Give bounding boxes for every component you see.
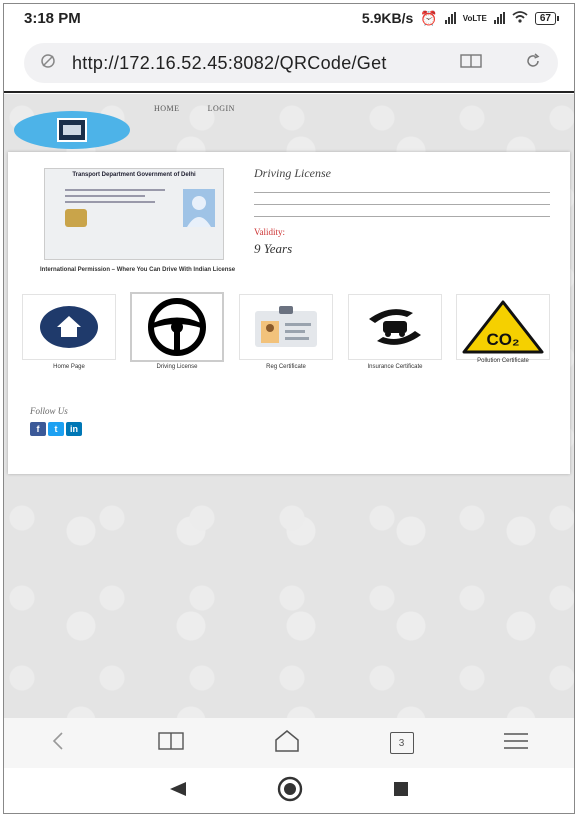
car-insurance-icon xyxy=(369,309,421,345)
follow-us-label: Follow Us xyxy=(30,406,68,416)
home-icon xyxy=(40,306,98,348)
reader-mode-icon[interactable] xyxy=(460,53,482,74)
site-logo[interactable] xyxy=(14,111,130,149)
license-caption: International Permission – Where You Can… xyxy=(40,267,236,273)
qr-device-icon xyxy=(57,118,87,142)
linkedin-icon[interactable]: in xyxy=(66,422,82,436)
steering-wheel-icon xyxy=(148,298,206,356)
system-back-icon[interactable] xyxy=(169,781,187,802)
reg-certificate-tile[interactable] xyxy=(239,294,333,360)
home-page-label: Home Page xyxy=(53,364,85,370)
twitter-icon[interactable]: t xyxy=(48,422,64,436)
system-home-icon[interactable] xyxy=(276,775,304,808)
license-header: Transport Department Government of Delhi xyxy=(72,172,196,178)
tabs-button[interactable]: 3 xyxy=(389,732,414,754)
insurance-certificate-label: Insurance Certificate xyxy=(367,364,423,370)
license-card-image: Transport Department Government of Delhi xyxy=(44,168,224,260)
driving-license-label: Driving License xyxy=(156,364,198,370)
web-page: HOME LOGIN Transport Department Governme… xyxy=(4,94,574,718)
validity-label: Validity: xyxy=(254,227,285,237)
pollution-certificate-label: Pollution Certificate xyxy=(477,358,529,364)
tabs-count: 3 xyxy=(398,737,405,749)
status-icons: 5.9KB/s ⏰ VoLTE 67 xyxy=(361,9,560,27)
driving-license-tile[interactable] xyxy=(130,292,224,362)
address-bar[interactable]: http://172.16.52.45:8082/QRCode/Get xyxy=(24,43,558,83)
id-card-icon xyxy=(255,306,317,347)
bookmarks-icon[interactable] xyxy=(158,731,185,755)
detail-line xyxy=(254,204,550,205)
license-title: Driving License xyxy=(254,166,331,180)
signal-icon xyxy=(444,12,456,24)
url-text[interactable]: http://172.16.52.45:8082/QRCode/Get xyxy=(72,53,460,74)
nav-home-link[interactable]: HOME xyxy=(154,104,180,113)
status-bar: 3:18 PM 5.9KB/s ⏰ VoLTE 67 xyxy=(4,4,574,32)
volte-icon: VoLTE xyxy=(462,13,487,23)
detail-line xyxy=(254,216,550,217)
svg-text:CO₂: CO₂ xyxy=(486,330,519,349)
wifi-icon xyxy=(512,10,528,26)
network-speed: 5.9KB/s xyxy=(361,10,414,26)
pollution-certificate-tile[interactable]: CO₂ xyxy=(456,294,550,360)
no-security-icon xyxy=(40,53,56,74)
facebook-icon[interactable]: f xyxy=(30,422,46,436)
license-details-lines xyxy=(65,189,165,207)
system-navigation-bar xyxy=(4,768,574,813)
reg-certificate-label: Reg Certificate xyxy=(266,364,306,370)
holder-photo xyxy=(183,189,215,227)
home-page-tile[interactable] xyxy=(22,294,116,360)
chip-icon xyxy=(65,209,87,227)
alarm-off-icon: ⏰ xyxy=(420,9,438,26)
clock: 3:18 PM xyxy=(24,9,81,27)
validity-value: 9 Years xyxy=(254,241,293,256)
system-recents-icon[interactable] xyxy=(393,781,409,802)
menu-icon[interactable] xyxy=(503,732,529,755)
browser-toolbar: 3 xyxy=(4,718,574,768)
battery-icon: 67 xyxy=(534,11,560,25)
social-links: f t in xyxy=(30,422,82,436)
phone-screen: 3:18 PM 5.9KB/s ⏰ VoLTE 67 http://172.16… xyxy=(3,3,575,814)
nav-login-link[interactable]: LOGIN xyxy=(208,104,235,113)
detail-line xyxy=(254,192,550,193)
insurance-certificate-tile[interactable] xyxy=(348,294,442,360)
top-navigation: HOME LOGIN xyxy=(154,104,235,113)
page-load-divider xyxy=(4,91,574,93)
signal-icon-2 xyxy=(493,12,505,24)
back-icon[interactable] xyxy=(49,731,69,756)
reload-icon[interactable] xyxy=(524,52,542,75)
home-button-icon[interactable] xyxy=(274,729,300,757)
co2-warning-icon: CO₂ xyxy=(462,300,544,354)
license-card: Transport Department Government of Delhi… xyxy=(8,152,570,474)
address-bar-area: http://172.16.52.45:8082/QRCode/Get xyxy=(4,32,574,94)
